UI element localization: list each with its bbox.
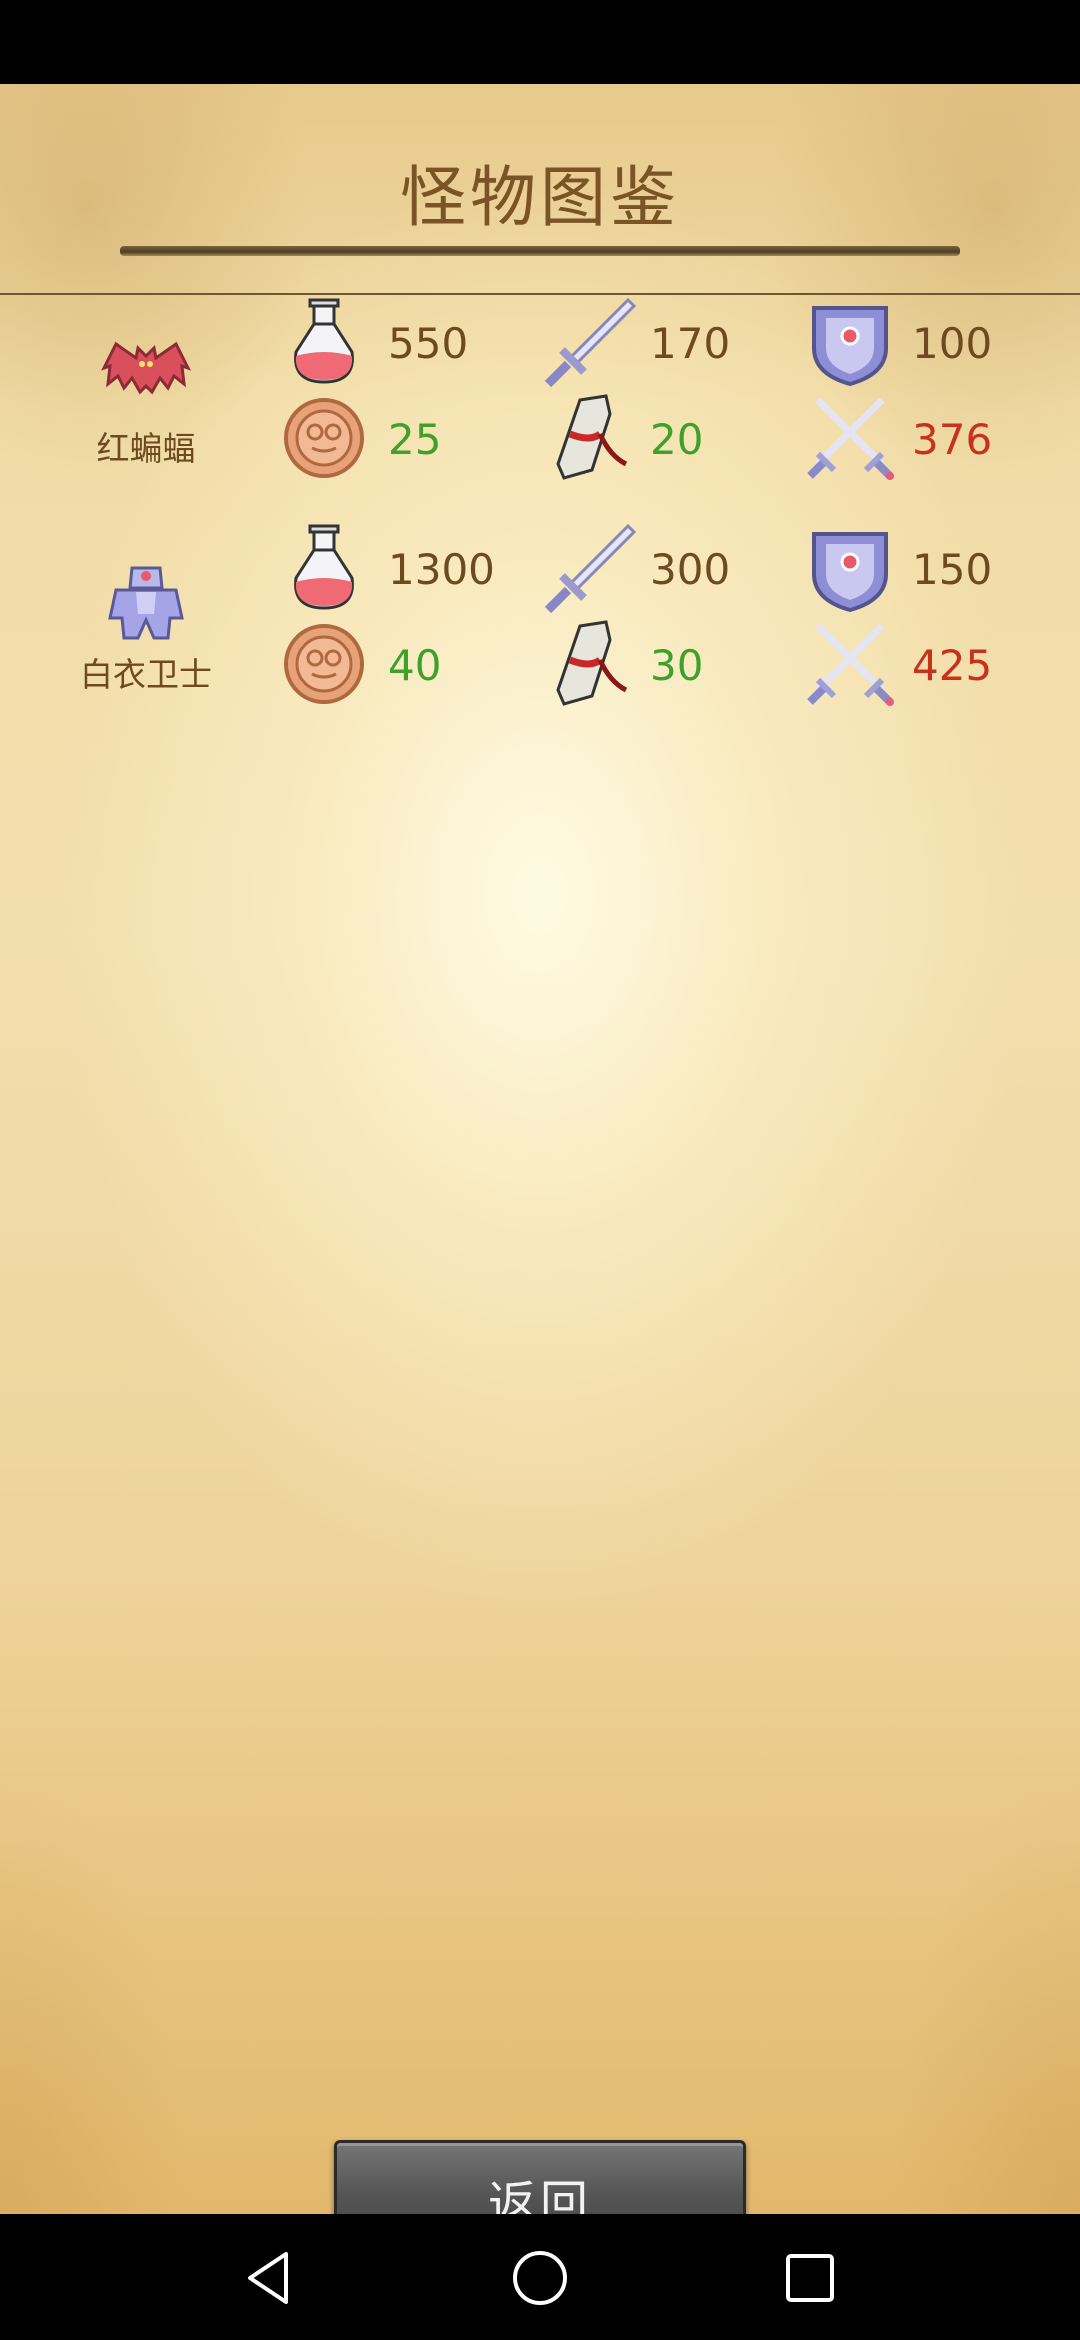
crossed-swords-icon [807, 397, 894, 480]
nav-recents-icon[interactable] [776, 2244, 844, 2312]
shield-icon [812, 306, 888, 387]
monster-gold: 40 [388, 641, 442, 690]
potion-icon [294, 298, 354, 384]
system-nav-bar [0, 2214, 1080, 2340]
title-underline [120, 246, 960, 256]
red-bat-icon [101, 341, 191, 395]
crossed-swords-icon [807, 623, 894, 706]
nav-back-icon[interactable] [236, 2244, 304, 2312]
shield-icon [812, 532, 888, 613]
nav-home-icon[interactable] [506, 2244, 574, 2312]
scroll-icon [556, 394, 628, 480]
monster-row[interactable]: 白衣卫士 1300 300 150 40 30 425 [0, 520, 1080, 720]
back-button[interactable]: 返回 [334, 2140, 746, 2214]
coin-icon [284, 624, 364, 704]
scroll-icon [556, 620, 628, 706]
monster-defense: 150 [912, 545, 993, 594]
potion-icon [294, 524, 354, 610]
white-guard-icon [108, 566, 184, 640]
monster-exp: 20 [650, 415, 704, 464]
monster-gold: 25 [388, 415, 442, 464]
status-bar [0, 0, 1080, 84]
monster-hp: 1300 [388, 545, 495, 594]
header: 怪物图鉴 [0, 84, 1080, 295]
monster-damage: 425 [912, 641, 993, 690]
monster-damage: 376 [912, 415, 993, 464]
sword-icon [544, 297, 636, 388]
coin-icon [284, 398, 364, 478]
sword-icon [544, 523, 636, 614]
monster-row[interactable]: 红蝙蝠 550 170 100 25 20 376 [0, 294, 1080, 494]
page-title: 怪物图鉴 [400, 159, 680, 236]
monster-name: 白衣卫士 [80, 655, 212, 694]
monster-name: 红蝙蝠 [96, 429, 196, 468]
monster-exp: 30 [650, 641, 704, 690]
parchment-background: 怪物图鉴 红蝙蝠 550 170 100 25 20 376 白衣卫士 1300… [0, 84, 1080, 2214]
monster-defense: 100 [912, 319, 993, 368]
monster-attack: 300 [650, 545, 731, 594]
monster-attack: 170 [650, 319, 731, 368]
monster-hp: 550 [388, 319, 469, 368]
